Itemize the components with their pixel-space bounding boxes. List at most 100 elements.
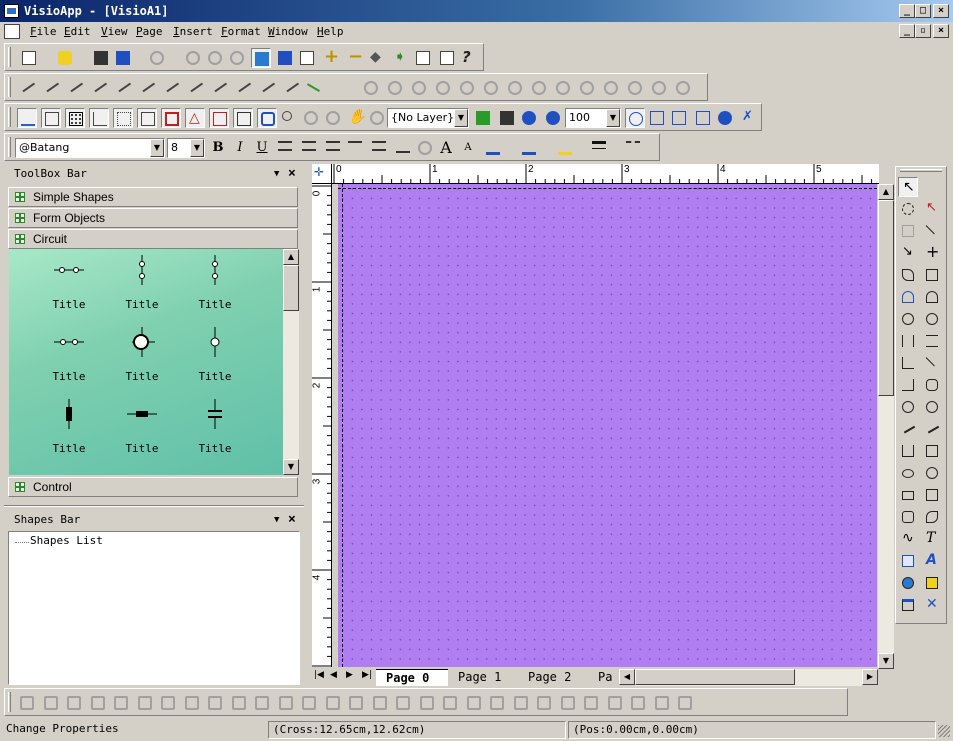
italic-button[interactable]: I — [231, 139, 249, 157]
save-icon[interactable] — [91, 48, 111, 68]
font-size-select[interactable]: 8 ▼ — [167, 138, 205, 158]
align-top-icon[interactable] — [345, 138, 365, 158]
fragment-icon[interactable] — [457, 78, 477, 98]
grid-tool-icon[interactable] — [323, 108, 343, 128]
same-width-icon[interactable] — [393, 693, 413, 713]
child-restore-button[interactable]: ▫ — [915, 24, 931, 38]
ellipse-arc-tool-icon[interactable] — [922, 309, 942, 329]
rotate-left-icon[interactable] — [17, 693, 37, 713]
space-across-icon[interactable] — [464, 693, 484, 713]
image-tool-icon[interactable] — [922, 573, 942, 593]
redo-icon[interactable] — [147, 48, 167, 68]
menu-window[interactable]: Window — [268, 25, 308, 38]
connector-arrow-2-icon[interactable] — [65, 77, 85, 98]
circle-tool-icon[interactable] — [922, 463, 942, 483]
ellipse-tool-icon[interactable] — [898, 463, 918, 483]
undo-icon[interactable] — [113, 48, 133, 68]
circuit-shape[interactable]: Title — [185, 397, 245, 457]
connector-curve-icon[interactable] — [89, 77, 109, 98]
toolbar-grip[interactable] — [8, 137, 11, 157]
circuit-shape[interactable]: Title — [112, 397, 172, 457]
app-icon[interactable] — [4, 4, 19, 18]
trapezoid-tool-icon[interactable] — [922, 441, 942, 461]
scroll-down-icon[interactable]: ▼ — [878, 653, 894, 669]
table-tool-icon[interactable] — [898, 551, 918, 571]
rotate-icon[interactable] — [673, 78, 693, 98]
square-tool-icon[interactable] — [922, 485, 942, 505]
menu-file[interactable]: File — [30, 25, 57, 38]
arc-tool-icon[interactable] — [922, 287, 942, 307]
connector-step-icon[interactable] — [137, 77, 157, 98]
close-icon[interactable]: × — [288, 164, 296, 184]
align-middle-icon[interactable] — [276, 693, 296, 713]
align-middle-icon[interactable] — [369, 138, 389, 158]
globe-tool-icon[interactable] — [898, 573, 918, 593]
help-icon[interactable]: ? — [459, 48, 479, 68]
panel-splitter[interactable] — [4, 505, 304, 507]
new-icon[interactable] — [19, 48, 39, 68]
circuit-shape[interactable]: Title — [185, 325, 245, 385]
drawing-canvas[interactable] — [338, 184, 877, 667]
snap-point-icon[interactable] — [113, 108, 133, 128]
toolbar-grip[interactable] — [900, 169, 942, 172]
ruler-icon[interactable] — [297, 48, 317, 68]
ungroup-icon[interactable] — [385, 78, 405, 98]
unlock-icon[interactable] — [229, 693, 249, 713]
chevron-down-icon[interactable]: ▼ — [274, 510, 279, 530]
distribute-v-icon[interactable] — [628, 693, 648, 713]
bezier-icon[interactable] — [577, 78, 597, 98]
lasso-tool-icon[interactable] — [898, 199, 918, 219]
zoom-close-icon[interactable]: ✗ — [739, 108, 759, 128]
curve-edit-icon[interactable] — [601, 78, 621, 98]
delete-tool-icon[interactable]: ✕ — [922, 595, 942, 615]
arrow-right-icon[interactable]: ➧ — [391, 48, 411, 68]
zoom-in-plus-icon[interactable]: + — [321, 48, 341, 68]
snap-grid-icon[interactable] — [89, 108, 109, 128]
polygon-tool-icon[interactable] — [922, 265, 942, 285]
page-tab-2[interactable]: Page 2 — [518, 669, 590, 686]
group-icon[interactable] — [361, 78, 381, 98]
print-preview-icon[interactable] — [437, 48, 457, 68]
circuit-shape[interactable]: Title — [39, 397, 99, 457]
zoom-select[interactable]: 100 ▼ — [565, 108, 621, 128]
child-close-button[interactable]: × — [933, 24, 949, 38]
bring-front-icon[interactable] — [511, 693, 531, 713]
connector-green-icon[interactable] — [305, 78, 325, 98]
align-left-icon[interactable] — [275, 138, 295, 158]
resize-grip-icon[interactable] — [938, 725, 950, 737]
bullets-icon[interactable] — [415, 138, 435, 158]
art-text-tool-icon[interactable]: A — [922, 551, 942, 571]
align-bottom-icon[interactable] — [299, 693, 319, 713]
font-color-icon[interactable] — [483, 138, 503, 158]
arrow-tool-icon[interactable]: ↘ — [898, 243, 918, 263]
scroll-thumb[interactable] — [635, 669, 795, 685]
toolbar-grip[interactable] — [8, 692, 11, 712]
flip-vertical-icon[interactable] — [64, 693, 84, 713]
pointer-mode-icon[interactable] — [41, 108, 61, 128]
copy-icon[interactable] — [205, 48, 225, 68]
scroll-up-icon[interactable]: ▲ — [283, 249, 299, 265]
circuit-shape[interactable]: Title — [39, 253, 99, 313]
shapes-list-tree[interactable]: Shapes List — [8, 531, 300, 685]
connector-bend-icon[interactable] — [233, 77, 253, 98]
scroll-left-icon[interactable]: ◀ — [619, 669, 635, 685]
align-top-icon[interactable] — [252, 693, 272, 713]
zoom-in-icon[interactable] — [519, 108, 539, 128]
align-tool-icon[interactable] — [301, 108, 321, 128]
menu-help[interactable]: Help — [317, 25, 344, 38]
frame-snap-icon[interactable] — [233, 108, 253, 128]
page-view-icon[interactable] — [251, 48, 271, 68]
chevron-down-icon[interactable]: ▼ — [606, 109, 620, 127]
print-icon[interactable] — [413, 48, 433, 68]
freehand-tool-icon[interactable] — [898, 419, 918, 439]
connector-loop-icon[interactable] — [257, 77, 277, 98]
flip-horizontal-icon[interactable] — [41, 693, 61, 713]
line-pattern-icon[interactable] — [623, 138, 643, 158]
send-back-icon[interactable] — [534, 693, 554, 713]
scroll-thumb[interactable] — [283, 265, 299, 311]
layer-select[interactable]: {No Layer} ▼ — [387, 108, 469, 128]
zoom-selection-icon[interactable] — [693, 108, 713, 128]
delete-point-icon[interactable] — [553, 78, 573, 98]
minimize-button[interactable]: _ — [899, 4, 915, 18]
document-icon[interactable] — [4, 24, 20, 39]
